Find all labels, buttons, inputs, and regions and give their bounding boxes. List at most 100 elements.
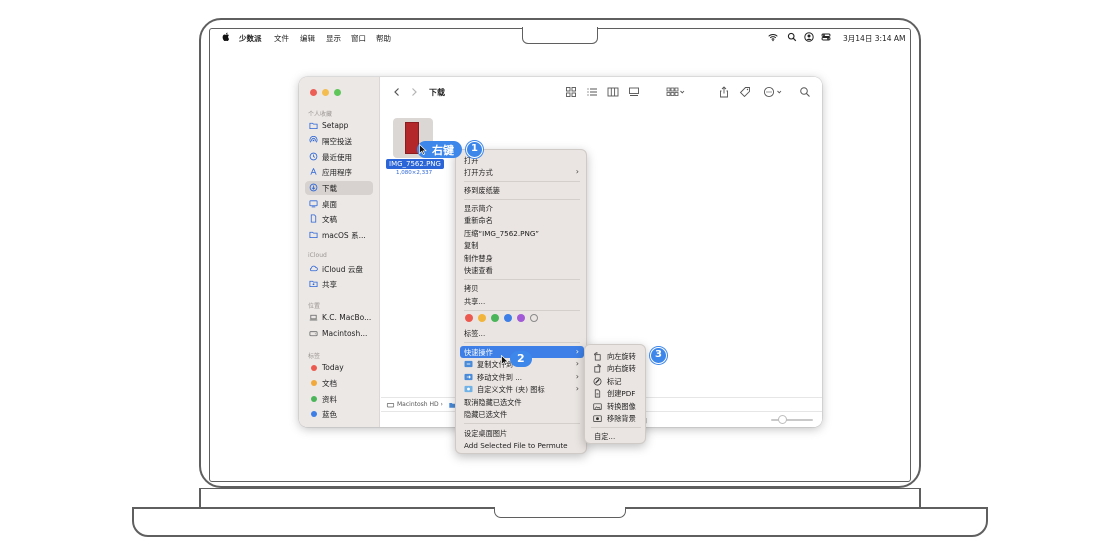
menu-item-duplicate[interactable]: 复制 (460, 239, 584, 251)
column-view-icon[interactable] (607, 86, 619, 98)
tag-gray-dot[interactable] (530, 314, 538, 322)
sidebar-item-label: 蓝色 (322, 410, 337, 419)
sidebar-item-setapp[interactable]: Setapp (305, 119, 373, 133)
mouse-cursor-icon (501, 355, 509, 366)
menu-separator (464, 181, 580, 182)
sidebar-item-icloud-drive[interactable]: iCloud 云盘 (305, 262, 373, 276)
mouse-cursor-icon (419, 144, 427, 155)
menu-edit[interactable]: 编辑 (300, 33, 315, 44)
step-3-badge: 3 (650, 347, 667, 364)
icon-view-icon[interactable] (565, 86, 577, 98)
menu-item-custom-icon[interactable]: 自定义文件 (夹) 图标 › (460, 383, 584, 395)
tag-green-dot[interactable] (491, 314, 499, 322)
sidebar-tag-documents[interactable]: 文档 (305, 376, 373, 390)
tag-orange-dot[interactable] (478, 314, 486, 322)
applications-icon (310, 168, 317, 175)
menu-item-label: 隐藏已选文件 (464, 409, 508, 419)
step-2-label: 2 (517, 352, 525, 365)
sidebar-item-recents[interactable]: 最近使用 (305, 150, 373, 164)
custom-icon-icon (464, 385, 473, 393)
sidebar-item-documents[interactable]: 文稿 (305, 212, 373, 226)
menu-item-get-info[interactable]: 显示简介 (460, 202, 584, 214)
move-file-icon (464, 373, 473, 381)
menu-file[interactable]: 文件 (274, 33, 289, 44)
wifi-icon[interactable] (768, 32, 778, 42)
menu-separator (464, 199, 580, 200)
gallery-view-icon[interactable] (628, 86, 640, 98)
sidebar-item-label: iCloud 云盘 (322, 265, 363, 274)
forward-icon[interactable] (408, 86, 420, 98)
submenu-item-convert-image[interactable]: 转换图像 (588, 400, 644, 412)
sidebar-item-desktop[interactable]: 桌面 (305, 197, 373, 211)
sidebar-item-applications[interactable]: 应用程序 (305, 165, 373, 179)
sidebar-item-macos-system[interactable]: macOS 系... (305, 228, 373, 242)
sidebar-item-downloads[interactable]: 下载 (305, 181, 373, 195)
clock-icon (309, 152, 318, 161)
user-account-icon[interactable] (804, 32, 814, 42)
path-bar-text[interactable]: Macintosh HD › (397, 401, 443, 408)
menu-item-hide-selected[interactable]: 隐藏已选文件 (460, 408, 584, 420)
sidebar-item-label: 文档 (322, 379, 337, 388)
submenu-item-customize[interactable]: 自定... (588, 430, 644, 442)
menu-item-compress[interactable]: 压缩“IMG_7562.PNG” (460, 227, 584, 239)
markup-icon (593, 377, 602, 386)
menu-item-open-with[interactable]: 打开方式 › (460, 166, 584, 178)
apple-icon[interactable] (222, 32, 230, 41)
submenu-item-remove-background[interactable]: 移除背景 (588, 412, 644, 424)
menu-separator (464, 310, 580, 311)
submenu-item-rotate-left[interactable]: 向左旋转 (588, 350, 644, 362)
submenu-item-create-pdf[interactable]: 创建PDF (588, 387, 644, 399)
menu-app-name[interactable]: 少数派 (239, 33, 262, 44)
menu-item-label: 取消隐藏已选文件 (464, 397, 522, 407)
tag-red-dot[interactable] (465, 314, 473, 322)
tag-blue-dot[interactable] (504, 314, 512, 322)
menu-item-tags[interactable]: 标签... (460, 327, 584, 339)
submenu-item-markup[interactable]: 标记 (588, 375, 644, 387)
menu-window[interactable]: 窗口 (351, 33, 366, 44)
sidebar-tag-today[interactable]: Today (305, 361, 373, 375)
search-icon[interactable] (787, 32, 797, 42)
menu-item-move-to-trash[interactable]: 移到废纸篓 (460, 184, 584, 196)
back-icon[interactable] (391, 86, 403, 98)
list-view-icon[interactable] (586, 86, 598, 98)
more-actions-icon[interactable] (763, 86, 785, 98)
tag-icon[interactable] (739, 86, 751, 98)
submenu-item-label: 创建PDF (607, 388, 636, 398)
close-window-button[interactable] (310, 89, 317, 96)
menu-item-rename[interactable]: 重新命名 (460, 214, 584, 226)
menu-item-share[interactable]: 共享... (460, 295, 584, 307)
menu-item-add-to-permute[interactable]: Add Selected File to Permute (460, 439, 584, 451)
quick-actions-submenu: 向左旋转 向右旋转 标记 创建PDF 转换图像 移除背景 自定... (584, 344, 646, 444)
menu-help[interactable]: 帮助 (376, 33, 391, 44)
share-icon[interactable] (718, 86, 730, 98)
submenu-item-label: 标记 (607, 376, 622, 386)
control-center-icon[interactable] (821, 32, 831, 42)
group-by-icon[interactable] (666, 86, 686, 98)
file-name-label[interactable]: IMG_7562.PNG (386, 159, 444, 169)
minimize-window-button[interactable] (322, 89, 329, 96)
screen: 少数派 文件 编辑 显示 窗口 帮助 3月14日 3:14 AM 个人收藏 Se… (209, 28, 911, 482)
menu-item-move-file-to[interactable]: 移动文件到 ... › (460, 371, 584, 383)
sidebar-tag-materials[interactable]: 资料 (305, 392, 373, 406)
sidebar-item-airdrop[interactable]: 隔空投送 (305, 134, 373, 148)
sidebar-item-macintosh-hd[interactable]: Macintosh... (305, 327, 373, 341)
sidebar-tag-blue[interactable]: 蓝色 (305, 407, 373, 421)
menu-item-make-alias[interactable]: 制作替身 (460, 252, 584, 264)
right-click-label: 右键 (432, 144, 454, 157)
menu-item-set-desktop-picture[interactable]: 设定桌面图片 (460, 427, 584, 439)
zoom-window-button[interactable] (334, 89, 341, 96)
submenu-item-rotate-right[interactable]: 向右旋转 (588, 362, 644, 374)
menubar-clock[interactable]: 3月14日 3:14 AM (843, 33, 906, 44)
menu-item-unhide-selected[interactable]: 取消隐藏已选文件 (460, 396, 584, 408)
sidebar-item-shared[interactable]: 共享 (305, 277, 373, 291)
sidebar-item-macbook[interactable]: K.C. MacBo... (305, 311, 373, 325)
menu-view[interactable]: 显示 (326, 33, 341, 44)
icon-size-slider-knob[interactable] (778, 415, 787, 424)
menu-item-quick-look[interactable]: 快速查看 (460, 264, 584, 276)
search-icon[interactable] (799, 86, 811, 98)
menu-item-copy[interactable]: 拷贝 (460, 282, 584, 294)
submenu-item-label: 向左旋转 (607, 351, 636, 361)
menu-separator (464, 342, 580, 343)
sidebar-item-label: Macintosh... (322, 329, 368, 338)
tag-purple-dot[interactable] (517, 314, 525, 322)
